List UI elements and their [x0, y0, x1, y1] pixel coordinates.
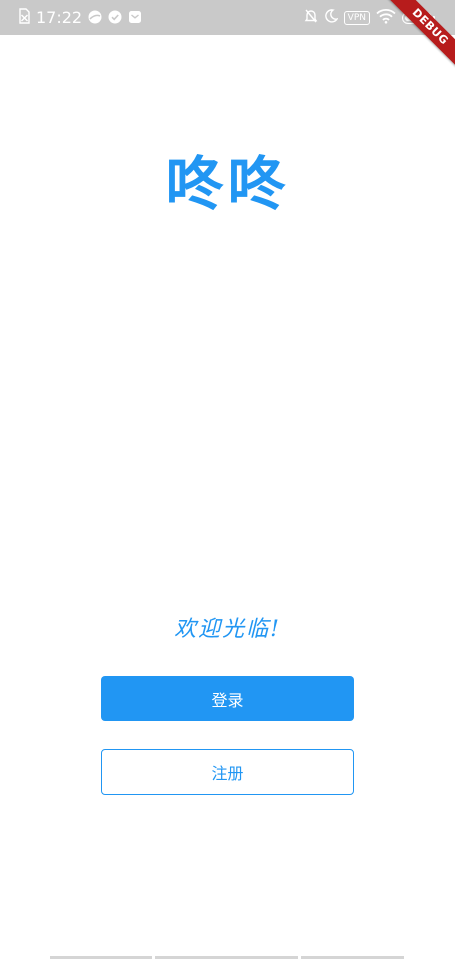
welcome-text: 欢迎光临!: [174, 617, 281, 642]
gesture-bar-segment: [301, 956, 404, 959]
status-bar: 17:22 VPN: [0, 0, 455, 35]
status-time: 17:22: [36, 8, 83, 27]
mail-icon: [128, 9, 142, 28]
sim-off-icon: [18, 8, 30, 28]
gesture-bar-segment: [155, 956, 298, 959]
moon-icon: [324, 8, 339, 28]
gesture-bar-segment: [50, 956, 152, 959]
check-circle-icon: [108, 9, 122, 28]
register-button[interactable]: 注册: [101, 749, 354, 795]
circle-app-icon: [88, 9, 102, 28]
wifi-icon: [376, 8, 396, 28]
status-bar-left: 17:22: [18, 8, 142, 28]
gesture-bar: [50, 956, 404, 960]
vpn-icon: VPN: [343, 11, 370, 25]
mute-icon: [304, 8, 318, 28]
app-title: 咚咚: [165, 150, 290, 218]
login-button[interactable]: 登录: [101, 676, 354, 721]
